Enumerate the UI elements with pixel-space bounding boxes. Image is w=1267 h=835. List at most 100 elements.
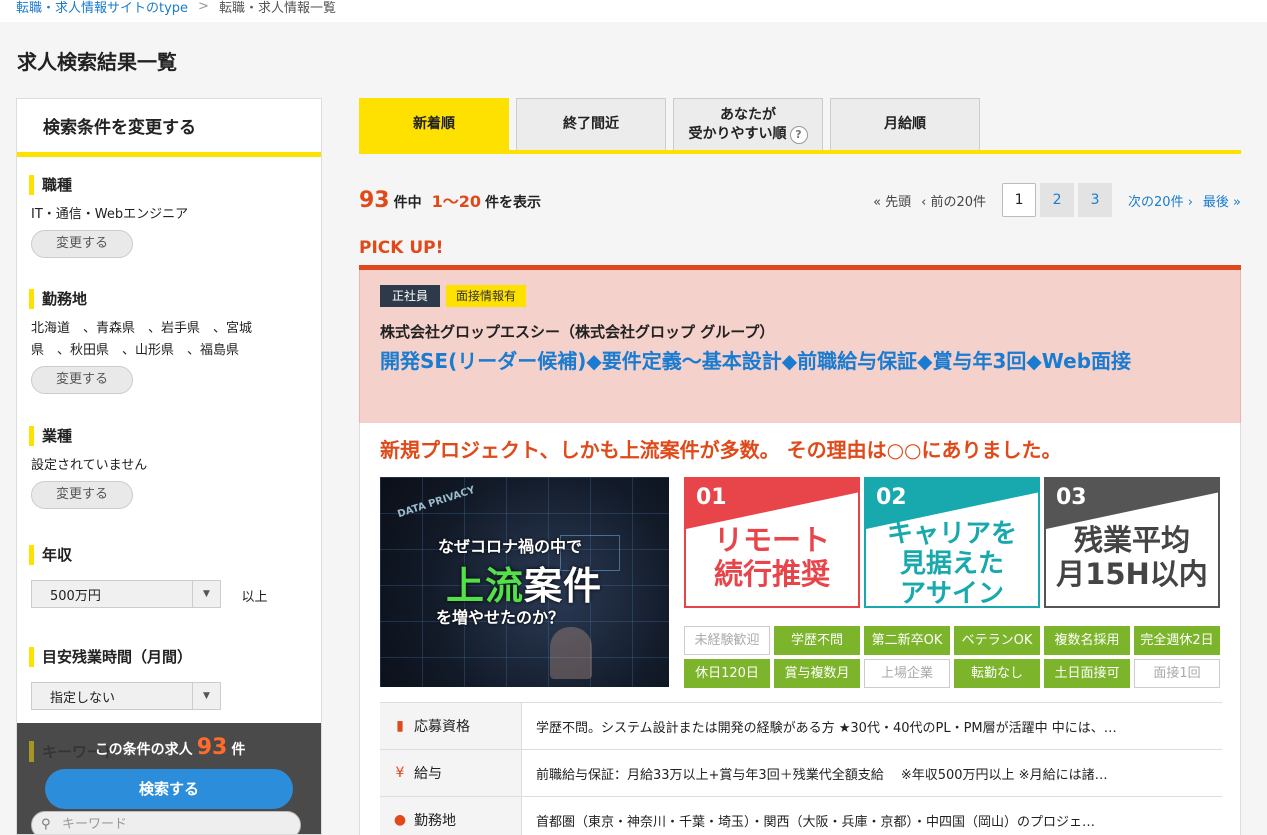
chevron-down-icon: ▼: [192, 683, 220, 709]
location-value-line: 北海道 、青森県 、岩手県 、宮城: [31, 321, 253, 336]
location-title: 勤務地: [29, 289, 311, 309]
feature-overtime: 03 残業平均 月15H以内: [1044, 477, 1220, 608]
location-condition: 勤務地 北海道 、青森県 、岩手県 、宮城 県 、秋田県 、山形県 、福島県 変…: [29, 289, 311, 394]
feature-line: 残業平均: [1073, 523, 1190, 557]
pickup-card-header[interactable]: 正社員 面接情報有 株式会社グロップエスシー（株式会社グロップ グループ） 開発…: [359, 270, 1241, 423]
tag-two-days-off: 完全週休2日: [1134, 626, 1220, 655]
help-icon[interactable]: ?: [789, 125, 808, 144]
salary-select[interactable]: 500万円 ▼: [31, 580, 221, 608]
feature-line: キャリアを: [886, 519, 1017, 549]
hero-line2: 上流案件: [446, 555, 602, 610]
interview-info-badge: 面接情報有: [446, 285, 527, 307]
industry-condition: 業種 設定されていません 変更する: [29, 426, 311, 509]
location-value-line: 県 、秋田県 、山形県 、福島県: [31, 343, 240, 358]
job-type-value: IT・通信・Webエンジニア: [31, 207, 189, 222]
tag-listed-company: 上場企業: [864, 659, 950, 688]
breadcrumb-current: 転職・求人情報一覧: [218, 1, 336, 16]
tab-easy-to-pass-line1: あなたが: [720, 106, 776, 123]
employment-type-badge: 正社員: [380, 285, 441, 307]
pager-first-link[interactable]: « 先頭: [873, 191, 911, 210]
feature-career: 02 キャリアを 見据えた アサイン: [864, 477, 1040, 608]
breadcrumb-home-link[interactable]: 転職・求人情報サイトのtype: [16, 0, 188, 16]
page-2-button[interactable]: 2: [1040, 183, 1075, 217]
feature-line: アサイン: [899, 579, 1004, 608]
sort-tabs: 新着順 終了間近 あなたが 受かりやすい順? 月給順: [359, 98, 1241, 154]
hero-line2-b: 案件: [524, 564, 603, 608]
job-info-table: ▮ 応募資格 学歴不問。システム設計または開発の経験がある方 ★30代・40代のP…: [380, 702, 1222, 835]
table-row: ▮ 応募資格 学歴不問。システム設計または開発の経験がある方 ★30代・40代のP…: [380, 703, 1222, 750]
feature-number: 01: [696, 485, 727, 510]
sidebar-heading: 検索条件を変更する: [17, 99, 321, 157]
breadcrumb: 転職・求人情報サイトのtype > 転職・求人情報一覧: [16, 0, 336, 16]
page-3-button[interactable]: 3: [1078, 183, 1113, 217]
result-range: 1〜20: [431, 191, 482, 211]
info-value: 学歴不問。システム設計または開発の経験がある方 ★30代・40代のPL・PM層が…: [536, 720, 1117, 736]
matching-count-number: 93: [196, 735, 228, 760]
feature-remote: 01 リモート 続行推奨: [684, 477, 860, 608]
change-industry-button[interactable]: 変更する: [31, 481, 133, 509]
feature-line: 月15H以内: [1056, 557, 1208, 591]
hero-line2-a: 上流: [446, 564, 525, 608]
feature-line: 見据えた: [899, 549, 1004, 579]
tab-ending-soon[interactable]: 終了間近: [516, 98, 666, 150]
result-total: 93: [359, 187, 390, 213]
hero-image: DATA PRIVACY なぜコロナ禍の中で 上流案件 を増やせたのか？: [380, 477, 669, 687]
pagination: « 先頭 ‹ 前の20件 1 2 3 次の20件 › 最後 »: [873, 183, 1241, 217]
change-location-button[interactable]: 変更する: [31, 366, 133, 394]
result-count: 93 件中 1〜20 件を表示: [359, 188, 541, 213]
feature-number: 03: [1056, 485, 1087, 510]
overtime-select[interactable]: 指定しない ▼: [31, 682, 221, 710]
page-1-button[interactable]: 1: [1002, 183, 1037, 217]
job-title-link[interactable]: 開発SE(リーダー候補)◆要件定義〜基本設計◆前職給与保証◆賞与年3回◆Web面…: [380, 347, 1230, 376]
overtime-title: 目安残業時間（月間）: [29, 647, 311, 667]
tag-one-interview: 面接1回: [1134, 659, 1220, 688]
salary-suffix: 以上: [241, 590, 268, 605]
industry-title: 業種: [29, 426, 311, 446]
result-total-suffix: 件中: [393, 194, 422, 211]
tab-newest[interactable]: 新着順: [359, 98, 509, 150]
result-bar: 93 件中 1〜20 件を表示 « 先頭 ‹ 前の20件 1 2 3 次の20件…: [359, 182, 1241, 218]
pager-prev-link[interactable]: ‹ 前の20件: [921, 191, 986, 210]
company-name: 株式会社グロップエスシー（株式会社グロップ グループ）: [380, 323, 775, 341]
pager-next-link[interactable]: 次の20件 ›: [1128, 191, 1193, 210]
change-job-type-button[interactable]: 変更する: [31, 230, 133, 258]
tag-no-education-required: 学歴不問: [774, 626, 860, 655]
feature-tags: 未経験歓迎 学歴不問 第二新卒OK ベテランOK 複数名採用 完全週休2日 休日…: [684, 626, 1224, 688]
breadcrumb-separator-icon: >: [198, 0, 209, 14]
location-value: 北海道 、青森県 、岩手県 、宮城 県 、秋田県 、山形県 、福島県: [29, 318, 311, 362]
matching-count: この条件の求人 93 件: [17, 735, 321, 760]
hero-line1: なぜコロナ禍の中で: [438, 537, 583, 556]
tab-easy-to-pass-line2: 受かりやすい順: [688, 125, 787, 142]
info-label: 給与: [414, 766, 442, 782]
search-button[interactable]: 検索する: [45, 769, 293, 809]
job-type-condition: 職種 IT・通信・Webエンジニア 変更する: [29, 175, 311, 258]
job-type-title: 職種: [29, 175, 311, 195]
info-value: 首都圏（東京・神奈川・千葉・埼玉）・関西（大阪・兵庫・京都）・中四国（岡山）のプ…: [536, 814, 1096, 830]
tag-inexperienced-welcome: 未経験歓迎: [684, 626, 770, 655]
tag-bonus-months: 賞与複数月: [774, 659, 860, 688]
table-row: ● 勤務地 首都圏（東京・神奈川・千葉・埼玉）・関西（大阪・兵庫・京都）・中四国（…: [380, 797, 1222, 835]
salary-title: 年収: [29, 545, 311, 565]
search-conditions-sidebar: 検索条件を変更する 職種 IT・通信・Webエンジニア 変更する 勤務地 北海道…: [16, 98, 322, 835]
pager-last-link[interactable]: 最後 »: [1203, 191, 1241, 210]
industry-value: 設定されていません: [31, 458, 148, 473]
info-value: 前職給与保証：月給33万以上+賞与年3回＋残業代全額支給 ※年収500万円以上 …: [536, 767, 1108, 783]
search-footer: キーワード この条件の求人 93 件 検索する ⚲ キーワード: [17, 723, 321, 834]
tab-easy-to-pass[interactable]: あなたが 受かりやすい順?: [673, 98, 823, 150]
search-icon: ⚲: [41, 817, 51, 832]
tag-veteran-ok: ベテランOK: [954, 626, 1040, 655]
yen-icon: ¥: [395, 765, 405, 781]
matching-count-suffix: 件: [231, 742, 246, 758]
results-main: 新着順 終了間近 あなたが 受かりやすい順? 月給順 93 件中 1〜20 件を…: [359, 98, 1241, 835]
salary-selected-value: 500万円: [50, 588, 101, 604]
matching-count-prefix: この条件の求人: [94, 742, 193, 758]
pickup-label: PICK UP!: [359, 238, 444, 258]
tag-no-transfer: 転勤なし: [954, 659, 1040, 688]
keyword-placeholder: キーワード: [62, 817, 128, 832]
page-title: 求人検索結果一覧: [17, 50, 177, 74]
tab-monthly-salary[interactable]: 月給順: [830, 98, 980, 150]
table-row: ¥ 給与 前職給与保証：月給33万以上+賞与年3回＋残業代全額支給 ※年収500万…: [380, 750, 1222, 797]
keyword-input[interactable]: ⚲ キーワード: [31, 811, 301, 834]
tag-second-new-grad: 第二新卒OK: [864, 626, 950, 655]
hero-line3: を増やせたのか？: [436, 608, 565, 627]
